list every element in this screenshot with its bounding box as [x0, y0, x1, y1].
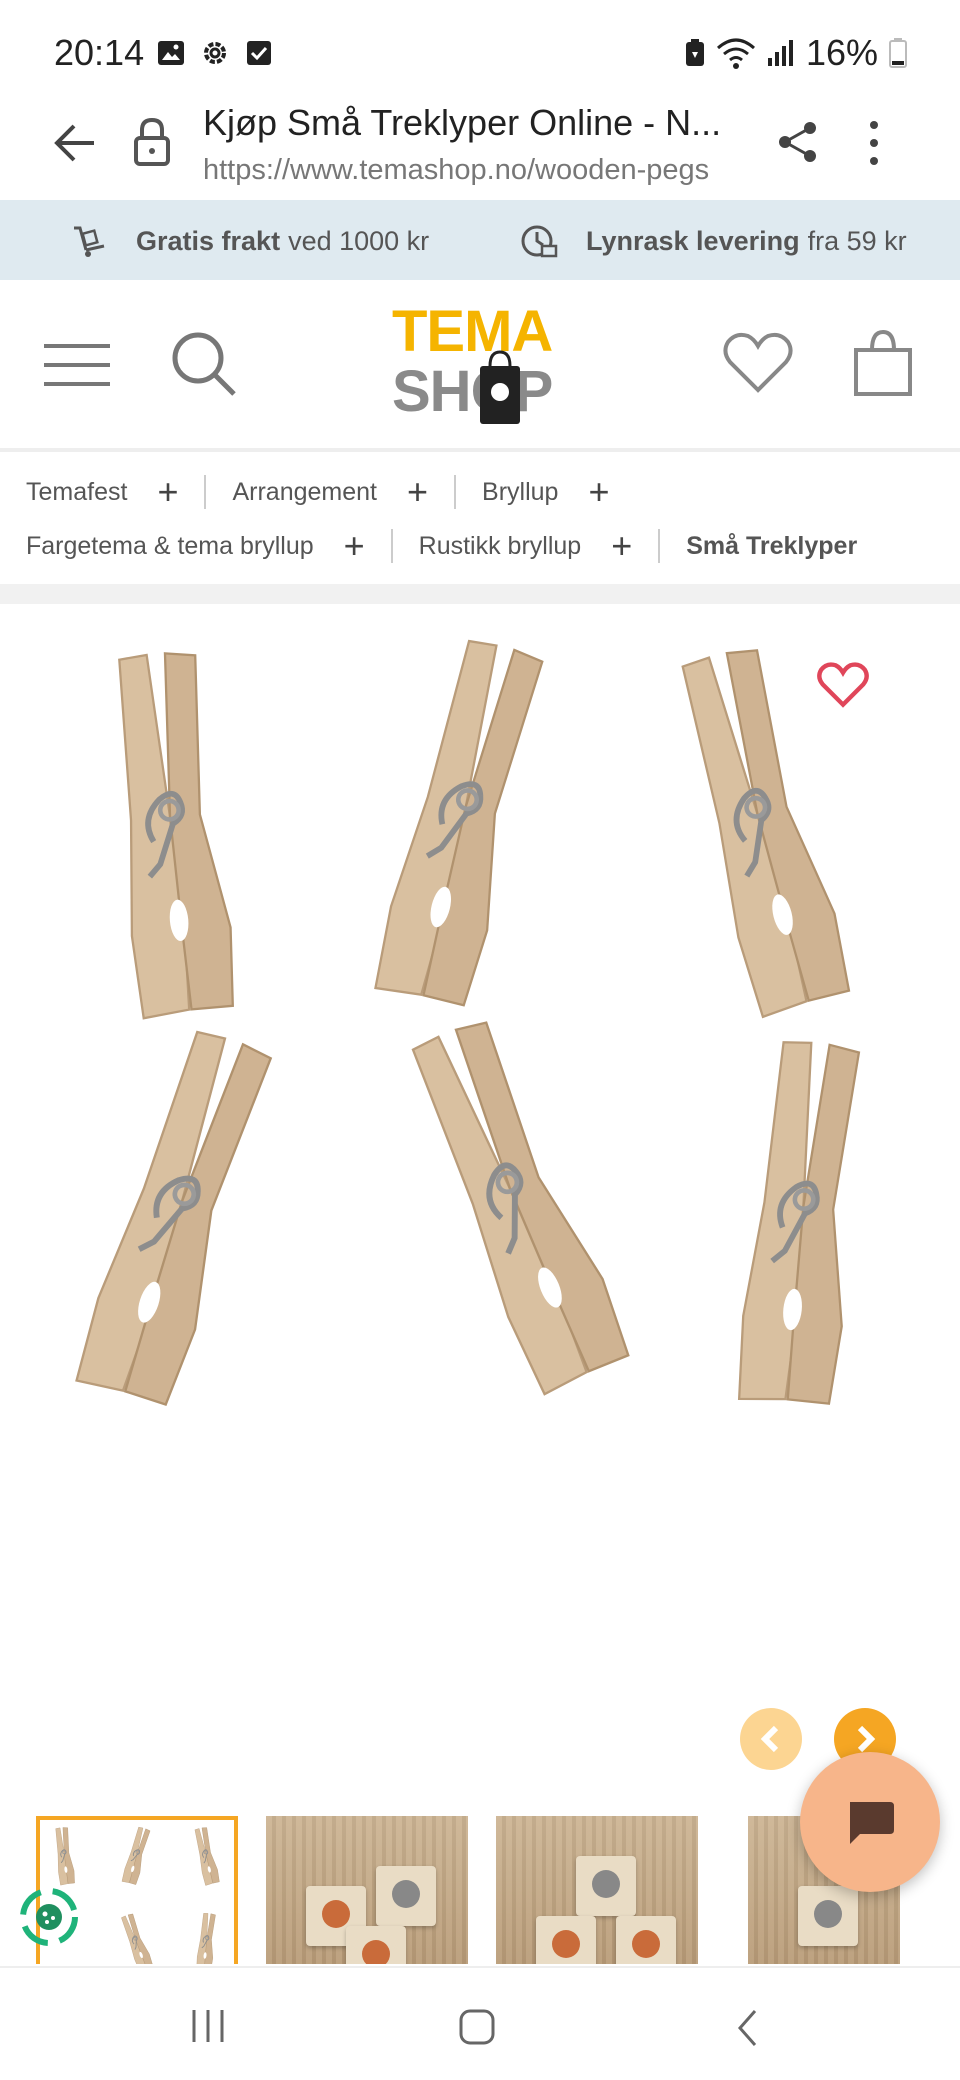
shopping-bag-icon[interactable] [852, 328, 914, 398]
breadcrumb-current-label: Små Treklyper [686, 531, 858, 560]
wooden-peg-image [382, 997, 658, 1411]
android-navigation-bar [0, 1966, 960, 2080]
breadcrumb-divider [454, 475, 457, 509]
home-icon[interactable] [458, 2008, 496, 2046]
heart-icon[interactable] [722, 330, 794, 396]
product-image[interactable] [0, 604, 960, 1804]
decor-block [576, 1856, 636, 1916]
signal-icon [767, 40, 793, 66]
expand-plus-icon[interactable]: + [407, 474, 428, 510]
breadcrumb-rustikk-bryllup[interactable]: Rustikk bryllup + [419, 528, 633, 564]
share-icon[interactable] [776, 120, 820, 164]
heart-outline-icon [817, 662, 869, 708]
chevron-left-icon [760, 1725, 779, 1753]
category-breadcrumbs: Temafest + Arrangement + Bryllup + Farge… [0, 456, 960, 584]
free-shipping-text: ved 1000 kr [288, 225, 430, 256]
breadcrumb-arrangement[interactable]: Arrangement + [232, 474, 428, 510]
breadcrumb-label[interactable]: Rustikk bryllup [419, 532, 582, 561]
promo-strip: Gratis frakt ved 1000 kr Lynrask leverin… [0, 200, 960, 280]
browser-address-bar: Kjøp Små Treklyper Online - N... https:/… [0, 92, 960, 200]
breadcrumb-temafest[interactable]: Temafest + [26, 474, 178, 510]
breadcrumb-bryllup[interactable]: Bryllup + [482, 474, 609, 510]
peg-thumb-image [53, 1826, 77, 1887]
checkbox-icon [247, 41, 271, 65]
breadcrumb-label[interactable]: Bryllup [482, 478, 558, 507]
page-url[interactable]: https://www.temashop.no/wooden-pegs [203, 154, 743, 187]
breadcrumb-divider [658, 529, 661, 563]
decor-block [616, 1916, 676, 1964]
status-time: 20:14 [54, 32, 145, 73]
status-icons-left [156, 38, 274, 68]
wifi-icon [716, 38, 755, 69]
clock-delivery-icon [521, 225, 558, 258]
battery-percentage: 16% [805, 32, 878, 73]
lock-icon[interactable] [132, 116, 172, 168]
cookie-consent-icon[interactable] [16, 1884, 82, 1950]
back-arrow-icon[interactable] [50, 118, 100, 168]
breadcrumb-fargetema[interactable]: Fargetema & tema bryllup + [26, 528, 365, 564]
recent-apps-icon[interactable] [190, 2008, 226, 2044]
breadcrumb-row-1: Temafest + Arrangement + Bryllup + [26, 474, 609, 510]
wooden-peg-image [356, 624, 574, 1024]
add-to-favorites-button[interactable] [812, 654, 874, 716]
decor-block [346, 1926, 406, 1964]
thumbnail-3[interactable] [496, 1816, 698, 1964]
breadcrumb-divider [390, 529, 393, 563]
breadcrumb-label[interactable]: Arrangement [232, 478, 377, 507]
hand-truck-icon [74, 226, 105, 257]
decor-block [536, 1916, 596, 1964]
fast-delivery-bold: Lynrask levering [586, 225, 800, 256]
decor-block [798, 1886, 858, 1946]
previous-image-button[interactable] [740, 1708, 802, 1770]
gear-icon [204, 42, 226, 64]
section-divider [0, 584, 960, 604]
chat-bubble-icon [850, 1802, 894, 1844]
peg-thumb-image [118, 1911, 155, 1964]
chat-button[interactable] [800, 1752, 940, 1892]
temashop-logo[interactable]: TEMA SHOP [380, 298, 580, 428]
more-options-icon[interactable] [866, 118, 882, 168]
decor-block [376, 1866, 436, 1926]
expand-plus-icon[interactable]: + [588, 474, 609, 510]
shop-header: TEMA SHOP [0, 280, 960, 452]
search-icon[interactable] [170, 330, 238, 398]
thumbnail-2[interactable] [266, 1816, 468, 1964]
expand-plus-icon[interactable]: + [157, 474, 178, 510]
wooden-peg-image [94, 639, 257, 1029]
page-title[interactable]: Kjøp Små Treklyper Online - N... [203, 102, 743, 144]
image-icon [158, 41, 184, 65]
system-back-icon[interactable] [736, 2008, 758, 2048]
peg-thumb-image [195, 1911, 219, 1964]
expand-plus-icon[interactable]: + [611, 528, 632, 564]
breadcrumb-label[interactable]: Temafest [26, 478, 127, 507]
menu-icon[interactable] [44, 340, 110, 390]
breadcrumb-current: Små Treklyper [686, 532, 857, 561]
peg-thumb-image [192, 1825, 221, 1887]
fast-delivery-promo: Lynrask levering fra 59 kr [520, 222, 907, 260]
battery-icon [889, 38, 907, 68]
expand-plus-icon[interactable]: + [344, 528, 365, 564]
fast-delivery-text: fra 59 kr [807, 225, 907, 256]
status-icons-right: 16% [684, 32, 908, 74]
wooden-peg-image [53, 1012, 307, 1426]
free-shipping-promo: Gratis frakt ved 1000 kr [70, 222, 429, 260]
battery-saver-icon [685, 39, 704, 66]
breadcrumb-label[interactable]: Fargetema & tema bryllup [26, 532, 314, 561]
wooden-peg-image [720, 1028, 889, 1420]
chevron-right-icon [857, 1725, 876, 1753]
peg-thumb-image [120, 1825, 153, 1887]
free-shipping-bold: Gratis frakt [136, 225, 281, 256]
breadcrumb-row-2: Fargetema & tema bryllup + Rustikk bryll… [26, 528, 857, 564]
shopping-bag-logo-icon [480, 350, 520, 424]
breadcrumb-divider [204, 475, 207, 509]
